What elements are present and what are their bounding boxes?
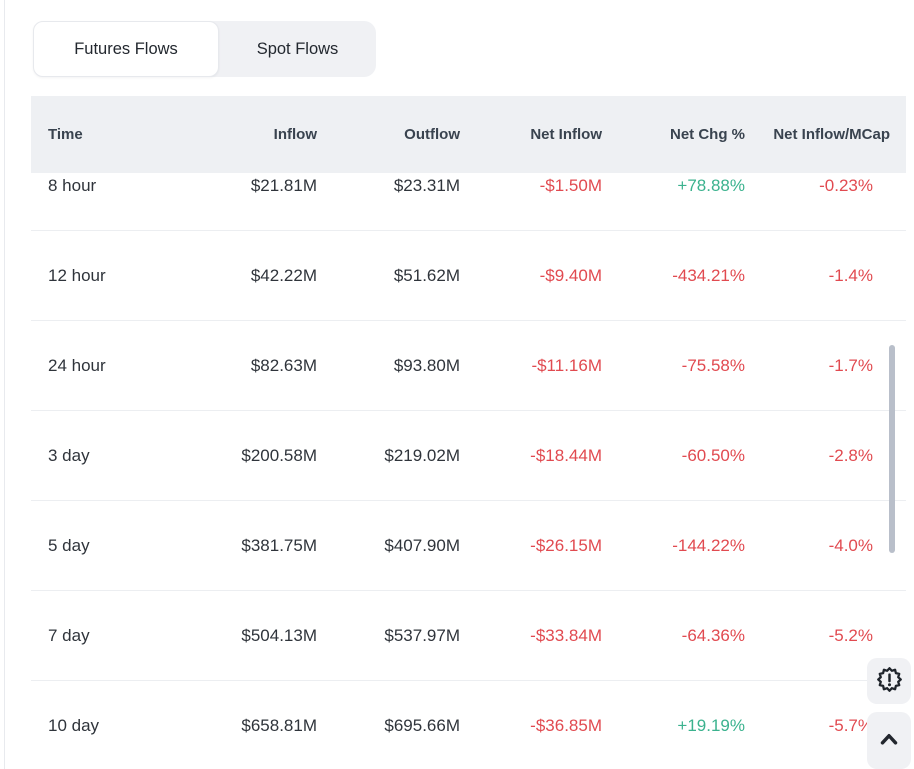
cell-outflow: $407.90M [317, 536, 460, 556]
cell-net-chg: -144.22% [602, 536, 745, 556]
page-left-border [4, 0, 5, 769]
cell-time: 3 day [31, 446, 171, 466]
column-header-outflow: Outflow [317, 126, 460, 143]
flows-table: TimeInflowOutflowNet InflowNet Chg %Net … [31, 96, 906, 769]
cell-inflow: $504.13M [171, 626, 317, 646]
tab-futures-flows-label: Futures Flows [74, 40, 178, 59]
cell-outflow: $219.02M [317, 446, 460, 466]
cell-net-inflow: -$26.15M [460, 536, 602, 556]
cell-net-chg: -75.58% [602, 356, 745, 376]
cell-inflow: $200.58M [171, 446, 317, 466]
cell-outflow: $537.97M [317, 626, 460, 646]
cell-time: 10 day [31, 716, 171, 736]
cell-net-chg: -64.36% [602, 626, 745, 646]
table-scrollbar-thumb[interactable] [889, 345, 895, 553]
table-row: 5 day$381.75M$407.90M-$26.15M-144.22%-4.… [31, 501, 906, 591]
flows-table-body: 8 hour$21.81M$23.31M-$1.50M+78.88%-0.23%… [31, 141, 906, 769]
cell-inflow: $82.63M [171, 356, 317, 376]
table-row: 3 day$200.58M$219.02M-$18.44M-60.50%-2.8… [31, 411, 906, 501]
cell-net-inflow-mcap: -5.2% [745, 626, 906, 646]
column-header-net-inflow-mcap: Net Inflow/MCap [745, 126, 906, 143]
table-row: 24 hour$82.63M$93.80M-$11.16M-75.58%-1.7… [31, 321, 906, 411]
chevron-up-icon [876, 726, 902, 755]
feedback-button[interactable] [867, 658, 911, 704]
cell-net-chg: -60.50% [602, 446, 745, 466]
cell-inflow: $381.75M [171, 536, 317, 556]
flows-table-header: TimeInflowOutflowNet InflowNet Chg %Net … [31, 96, 906, 173]
cell-net-inflow: -$9.40M [460, 266, 602, 286]
tab-futures-flows[interactable]: Futures Flows [33, 21, 219, 77]
cell-time: 24 hour [31, 356, 171, 376]
cell-net-inflow: -$18.44M [460, 446, 602, 466]
cell-net-chg: +19.19% [602, 716, 745, 736]
cell-net-inflow-mcap: -4.0% [745, 536, 906, 556]
tab-spot-flows[interactable]: Spot Flows [219, 21, 376, 77]
column-header-time: Time [31, 126, 171, 143]
table-row: 10 day$658.81M$695.66M-$36.85M+19.19%-5.… [31, 681, 906, 769]
flows-tab-group: Futures Flows Spot Flows [33, 21, 376, 77]
cell-net-inflow-mcap: -1.7% [745, 356, 906, 376]
cell-outflow: $23.31M [317, 176, 460, 196]
cell-outflow: $695.66M [317, 716, 460, 736]
cell-outflow: $93.80M [317, 356, 460, 376]
badge-exclamation-icon [876, 666, 903, 696]
cell-time: 7 day [31, 626, 171, 646]
cell-net-inflow: -$1.50M [460, 176, 602, 196]
column-header-net-inflow: Net Inflow [460, 126, 602, 143]
cell-inflow: $42.22M [171, 266, 317, 286]
column-header-inflow: Inflow [171, 126, 317, 143]
table-row: 12 hour$42.22M$51.62M-$9.40M-434.21%-1.4… [31, 231, 906, 321]
cell-net-inflow-mcap: -1.4% [745, 266, 906, 286]
cell-net-inflow: -$33.84M [460, 626, 602, 646]
cell-net-chg: -434.21% [602, 266, 745, 286]
cell-time: 5 day [31, 536, 171, 556]
cell-net-inflow-mcap: -2.8% [745, 446, 906, 466]
cell-time: 12 hour [31, 266, 171, 286]
scroll-to-top-button[interactable] [867, 712, 911, 769]
column-header-net-chg-: Net Chg % [602, 126, 745, 143]
cell-inflow: $21.81M [171, 176, 317, 196]
cell-inflow: $658.81M [171, 716, 317, 736]
tab-spot-flows-label: Spot Flows [257, 40, 339, 59]
futures-flows-page: Futures Flows Spot Flows TimeInflowOutfl… [0, 0, 914, 769]
cell-net-chg: +78.88% [602, 176, 745, 196]
cell-net-inflow-mcap: -0.23% [745, 176, 906, 196]
cell-net-inflow: -$36.85M [460, 716, 602, 736]
table-row: 7 day$504.13M$537.97M-$33.84M-64.36%-5.2… [31, 591, 906, 681]
cell-outflow: $51.62M [317, 266, 460, 286]
cell-time: 8 hour [31, 176, 171, 196]
cell-net-inflow: -$11.16M [460, 356, 602, 376]
